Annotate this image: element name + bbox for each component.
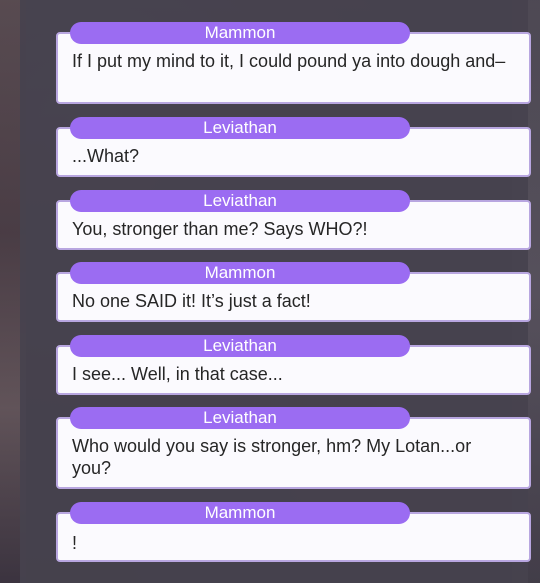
speaker-name-tag: Mammon	[70, 502, 410, 524]
speaker-name-tag: Leviathan	[70, 407, 410, 429]
speaker-name-tag: Mammon	[70, 262, 410, 284]
speaker-name-tag: Leviathan	[70, 190, 410, 212]
speaker-name-tag: Leviathan	[70, 335, 410, 357]
speaker-name-tag: Mammon	[70, 22, 410, 44]
speaker-name-tag: Leviathan	[70, 117, 410, 139]
chat-log-panel[interactable]: Mammon If I put my mind to it, I could p…	[20, 0, 531, 583]
